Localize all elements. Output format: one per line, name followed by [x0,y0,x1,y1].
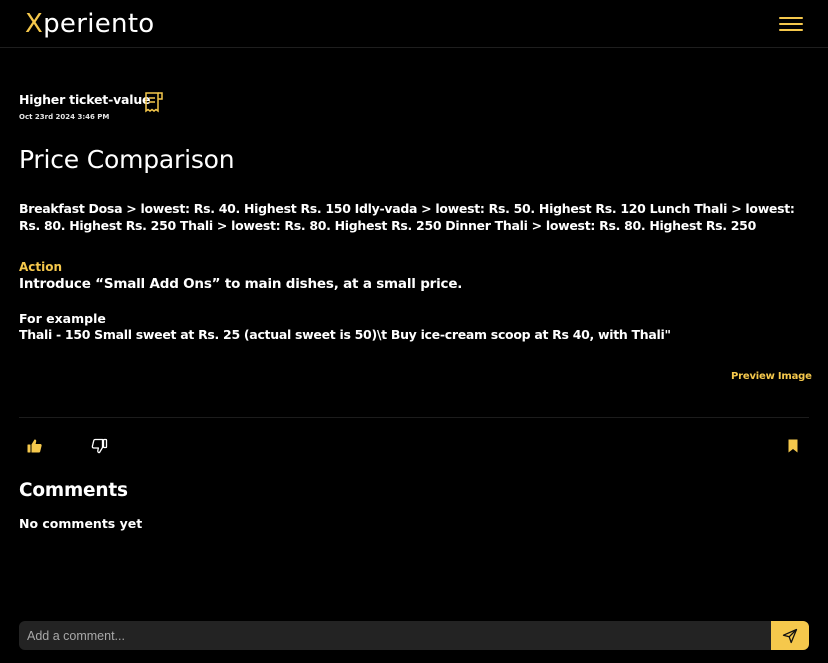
post-tag: Higher ticket-value [19,92,151,107]
thumbs-up-icon[interactable] [26,437,44,455]
receipt-icon [145,92,163,113]
page: Xperiento Higher ticket-value Oct 23rd 2… [0,0,828,663]
action-text: Introduce “Small Add Ons” to main dishes… [19,276,463,292]
post-title: Price Comparison [19,145,235,174]
post-body: Breakfast Dosa > lowest: Rs. 40. Highest… [19,201,795,233]
send-icon [782,628,798,644]
example-text: Thali - 150 Small sweet at Rs. 25 (actua… [19,327,671,342]
comments-heading: Comments [19,480,128,501]
comment-bar [19,621,809,650]
app-logo[interactable]: Xperiento [25,8,155,40]
example-label: For example [19,311,106,326]
bookmark-icon[interactable] [784,437,802,455]
logo-x: X [25,9,44,39]
no-comments-text: No comments yet [19,516,143,531]
post-date: Oct 23rd 2024 3:46 PM [19,113,110,121]
hamburger-menu-icon[interactable] [777,14,805,34]
preview-image-link[interactable]: Preview Image [731,370,812,384]
send-comment-button[interactable] [771,621,809,650]
app-header: Xperiento [0,0,828,48]
action-label: Action [19,260,63,274]
divider [19,417,809,418]
thumbs-down-icon[interactable] [90,437,108,455]
logo-text: periento [43,9,155,39]
comment-input[interactable] [19,621,771,650]
